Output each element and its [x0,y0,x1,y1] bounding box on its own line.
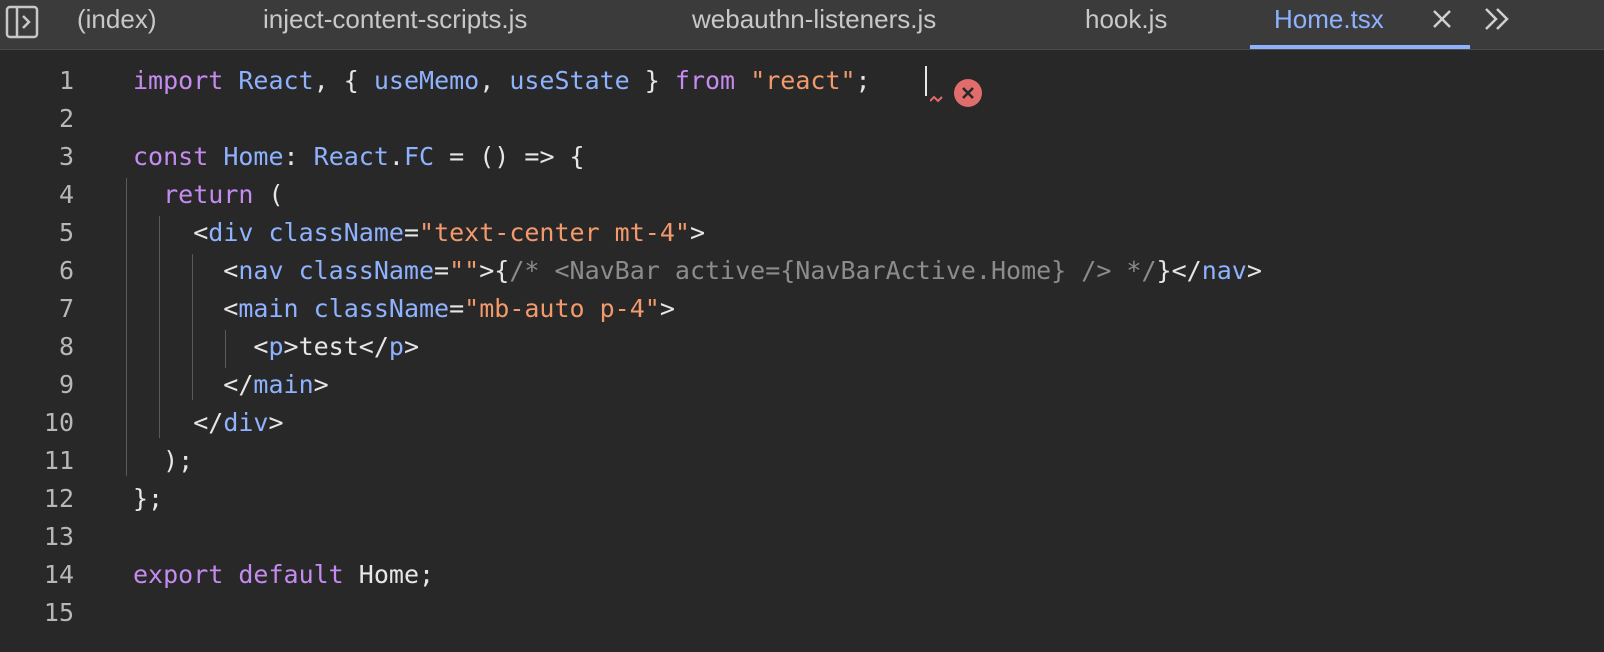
code-line-14: 14 export default Home; [0,556,1604,594]
tab-webauthn-listeners[interactable]: webauthn-listeners.js [692,0,936,49]
line-number: 8 [58,332,74,361]
code-line-13: 13 [0,518,1604,556]
code-line-3: 3 const Home: React.FC = () => { [0,138,1604,176]
code-text: export default Home; [133,560,435,589]
line-number: 7 [58,294,74,323]
line-number: 15 [43,598,74,627]
line-number: 11 [43,446,74,475]
code-text: import React, { useMemo, useState } from… [133,66,871,95]
code-text: </main> [133,370,329,399]
code-line-5: 5 <div className="text-center mt-4"> [0,214,1604,252]
code-line-11: 11 ); [0,442,1604,480]
code-text: </div> [133,408,284,437]
tab-inject-content-scripts[interactable]: inject-content-scripts.js [263,0,527,49]
line-number: 4 [58,180,74,209]
line-number: 13 [43,522,74,551]
code-line-4: 4 return ( [0,176,1604,214]
code-line-1: 1 import React, { useMemo, useState } fr… [0,62,1604,107]
line-number: 14 [43,560,74,589]
code-line-15: 15 [0,594,1604,632]
close-icon[interactable] [1427,2,1457,36]
code-text: }; [133,484,164,513]
code-line-12: 12 }; [0,480,1604,518]
line-number: 9 [58,370,74,399]
code-text: return ( [163,180,284,209]
chevron-double-right-icon[interactable] [1478,2,1516,36]
code-line-8: 8 <p>test</p> [0,328,1604,366]
tab-bar: (index) inject-content-scripts.js webaut… [0,0,1604,50]
active-tab-indicator [1250,45,1470,49]
code-text: ); [133,446,194,475]
code-text: <p>test</p> [133,332,420,361]
tab-index[interactable]: (index) [77,0,156,49]
code-text: <nav className="">{/* <NavBar active={Na… [133,256,1262,285]
code-editor[interactable]: 1 import React, { useMemo, useState } fr… [0,50,1604,652]
line-number: 5 [58,218,74,247]
code-text: <div className="text-center mt-4"> [133,218,706,247]
code-line-2: 2 [0,100,1604,138]
code-line-10: 10 </div> [0,404,1604,442]
code-line-7: 7 <main className="mb-auto p-4"> [0,290,1604,328]
line-number: 2 [58,104,74,133]
line-number: 3 [58,142,74,171]
tab-hook[interactable]: hook.js [1085,0,1167,49]
tab-home-tsx[interactable]: Home.tsx [1274,0,1384,49]
code-text: <main className="mb-auto p-4"> [133,294,675,323]
sidebar-toggle-icon[interactable] [4,4,40,40]
line-number: 12 [43,484,74,513]
code-text: const Home: React.FC = () => { [133,142,585,171]
line-number: 6 [58,256,74,285]
line-number: 10 [43,408,74,437]
text-caret [925,66,927,96]
code-line-9: 9 </main> [0,366,1604,404]
line-number: 1 [58,66,74,95]
code-line-6: 6 <nav className="">{/* <NavBar active={… [0,252,1604,290]
